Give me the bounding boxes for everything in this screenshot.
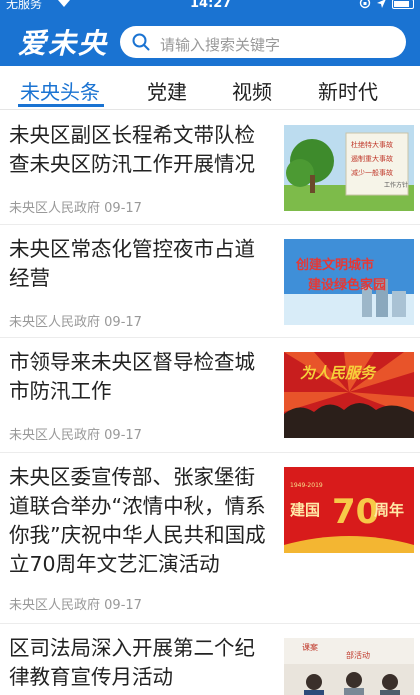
thumb-text: 1949-2019 [290, 482, 323, 489]
news-meta: 未央区人民政府 09-17 [9, 424, 142, 443]
news-date: 09-17 [104, 598, 142, 613]
wifi-icon [57, 0, 71, 10]
news-title[interactable]: 区司法局深入开展第二个纪律教育宣传月活动 [9, 634, 275, 692]
thumb-text: 创建文明城市 [295, 257, 374, 273]
news-date: 09-17 [104, 201, 142, 216]
tab-new-era[interactable]: 新时代 [318, 76, 378, 105]
search-bar[interactable]: 请输入搜索关键字 [120, 26, 406, 58]
news-item[interactable]: 未央区委宣传部、张家堡街道联合举办“浓情中秋，情系你我”庆祝中华人民共和国成立7… [0, 453, 420, 624]
active-tab-indicator [18, 104, 104, 107]
app-logo[interactable]: 爱未央 [18, 22, 108, 62]
carrier-label: 无服务 [6, 0, 43, 11]
thumb-text: 周年 [374, 501, 404, 519]
thumb-text: 70 [332, 492, 379, 532]
category-tabs: 未央头条 党建 视频 新时代 [0, 66, 420, 110]
thumb-text: 建国 [290, 501, 320, 519]
news-title[interactable]: 市领导来未央区督导检查城市防汛工作 [9, 348, 275, 406]
news-meta: 未央区人民政府 09-17 [9, 197, 142, 216]
app-header: 无服务 14:27 爱未央 请输入搜索关键字 [0, 0, 420, 66]
news-item[interactable]: 未央区副区长程希文带队检查未央区防汛工作开展情况 未央区人民政府 09-17 杜… [0, 111, 420, 225]
news-item[interactable]: 市领导来未央区督导检查城市防汛工作 未央区人民政府 09-17 为人民服务 [0, 338, 420, 453]
news-meta: 未央区人民政府 09-17 [9, 311, 142, 330]
news-thumbnail[interactable]: 杜绝特大事故 遏制重大事故 减少一般事故 工作方针 [284, 125, 414, 211]
location-icon [376, 0, 387, 11]
news-thumbnail[interactable]: 创建文明城市 建设绿色家园 [284, 239, 414, 325]
news-source: 未央区人民政府 [9, 428, 101, 443]
news-thumbnail[interactable]: 课案 部活动 [284, 638, 414, 695]
status-bar: 无服务 14:27 [0, 0, 420, 12]
news-source: 未央区人民政府 [9, 315, 101, 330]
news-source: 未央区人民政府 [9, 598, 101, 613]
news-thumbnail[interactable]: 为人民服务 [284, 352, 414, 438]
thumb-text: 遏制重大事故 [351, 154, 393, 163]
news-thumbnail[interactable]: 1949-2019 建国 70 周年 [284, 467, 414, 553]
rotation-lock-icon [359, 0, 371, 11]
status-time: 14:27 [190, 0, 232, 11]
tab-video[interactable]: 视频 [232, 76, 272, 105]
news-item[interactable]: 区司法局深入开展第二个纪律教育宣传月活动 课案 部活动 [0, 624, 420, 695]
news-meta: 未央区人民政府 09-17 [9, 594, 142, 613]
tab-party-building[interactable]: 党建 [147, 76, 187, 105]
thumb-text: 减少一般事故 [351, 168, 393, 177]
thumb-text: 杜绝特大事故 [351, 140, 393, 149]
thumb-text: 为人民服务 [300, 364, 377, 382]
news-date: 09-17 [104, 428, 142, 443]
news-date: 09-17 [104, 315, 142, 330]
thumb-text: 工作方针 [384, 181, 408, 189]
news-title[interactable]: 未央区副区长程希文带队检查未央区防汛工作开展情况 [9, 121, 275, 179]
thumb-text: 部活动 [346, 650, 370, 660]
thumb-text: 课案 [302, 642, 318, 652]
battery-icon [392, 0, 414, 9]
news-item[interactable]: 未央区常态化管控夜市占道经营 未央区人民政府 09-17 创建文明城市 建设绿色… [0, 225, 420, 338]
search-placeholder: 请输入搜索关键字 [160, 36, 281, 54]
tab-headlines[interactable]: 未央头条 [20, 76, 100, 105]
news-title[interactable]: 未央区委宣传部、张家堡街道联合举办“浓情中秋，情系你我”庆祝中华人民共和国成立7… [9, 463, 275, 579]
news-title[interactable]: 未央区常态化管控夜市占道经营 [9, 235, 275, 293]
thumb-text: 建设绿色家园 [308, 277, 386, 293]
news-source: 未央区人民政府 [9, 201, 101, 216]
search-icon [132, 33, 150, 51]
